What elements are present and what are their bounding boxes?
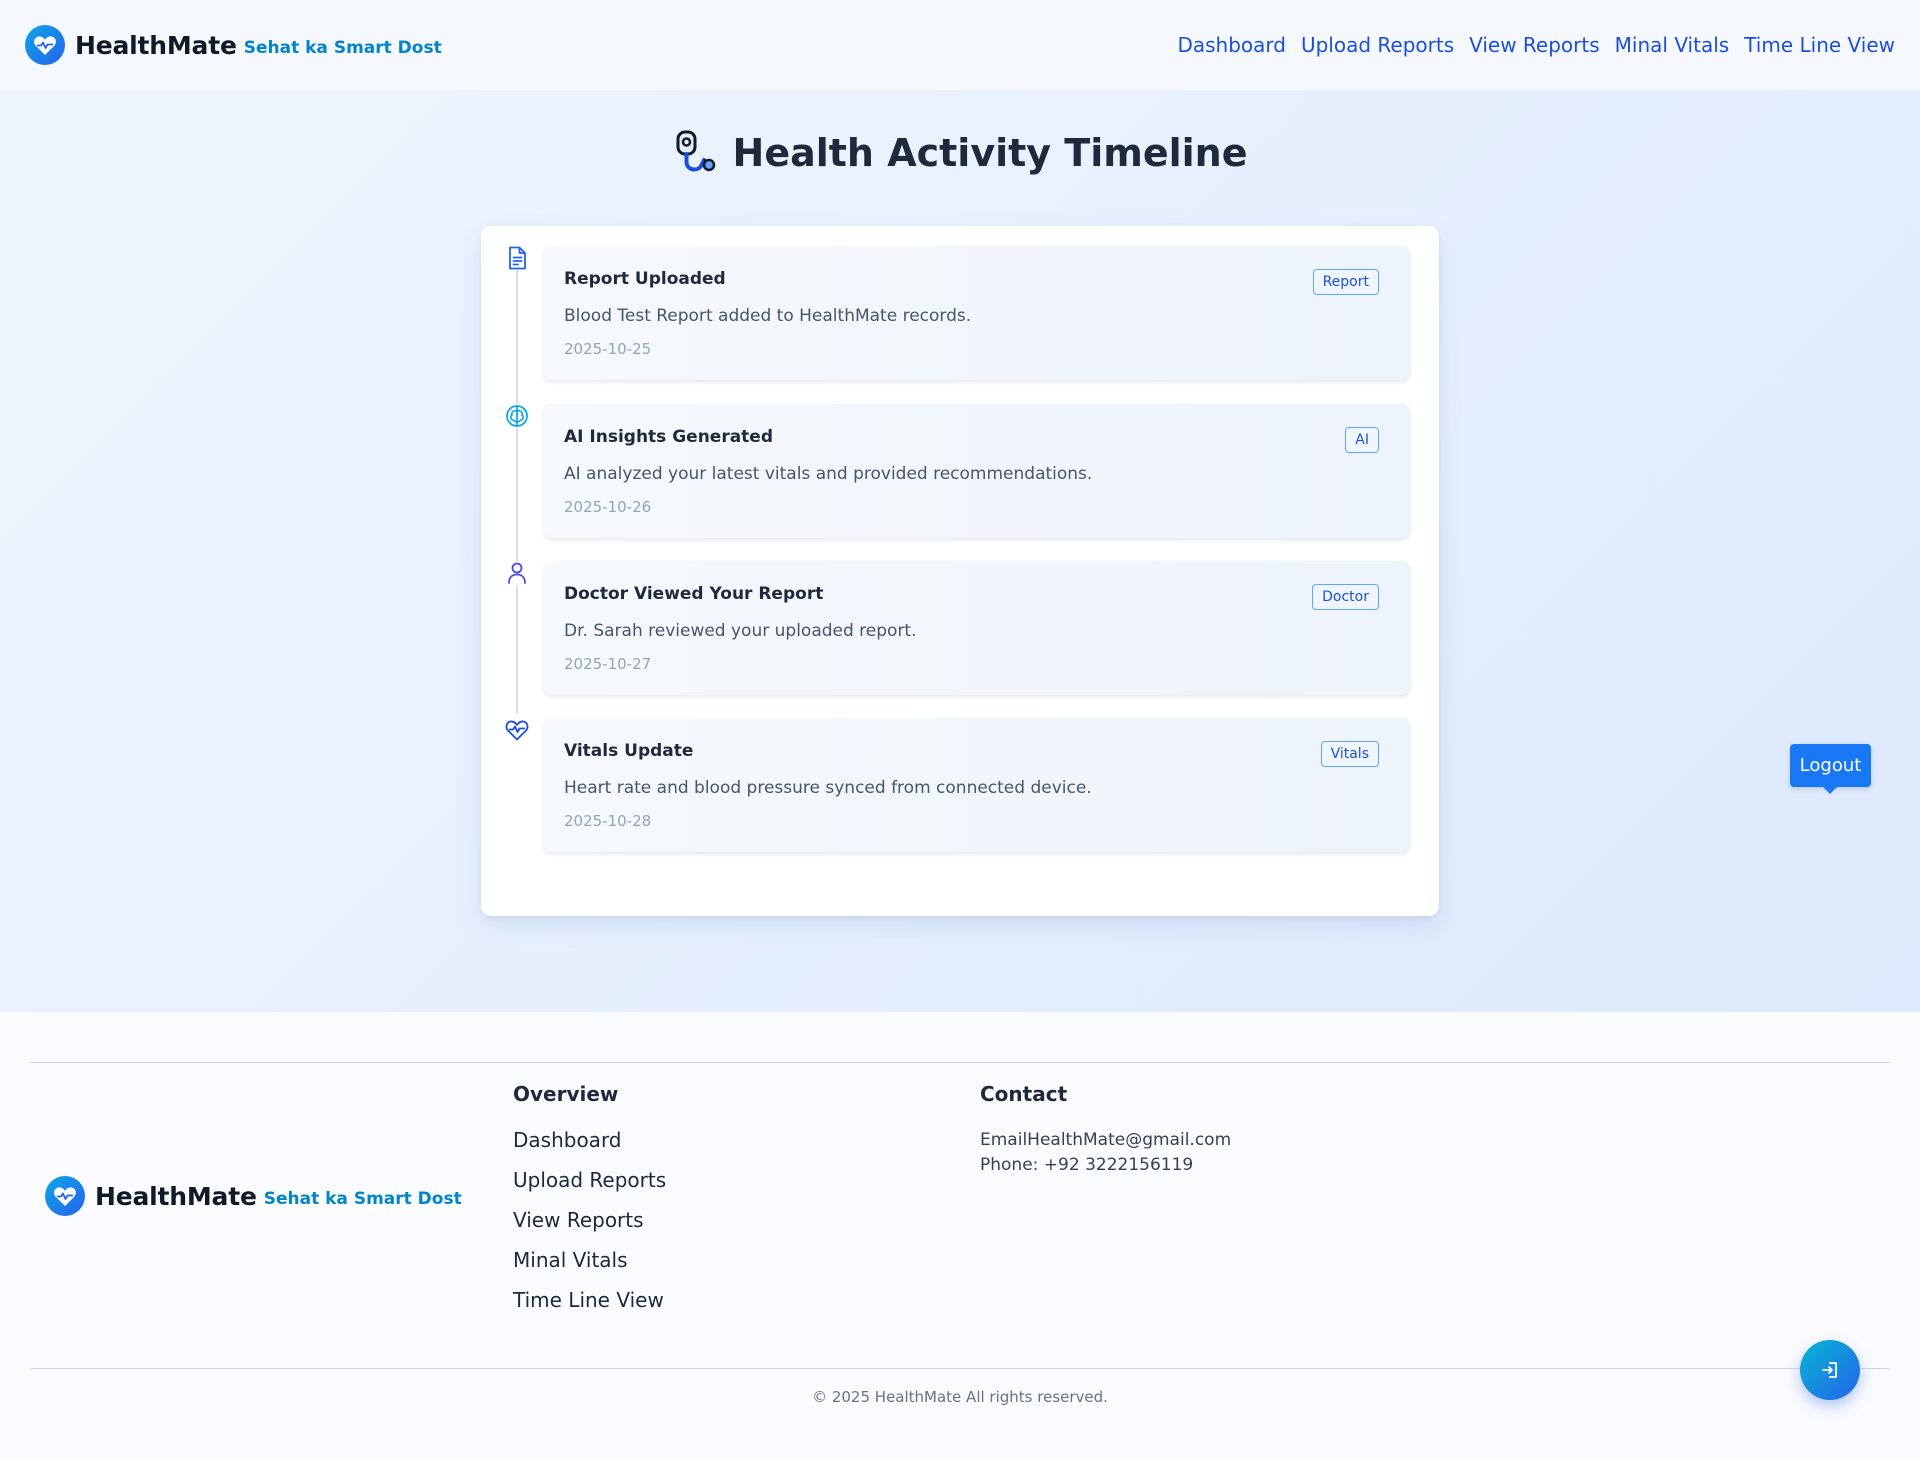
timeline-item-description: Blood Test Report added to HealthMate re… <box>564 306 972 326</box>
main-content: Health Activity Timeline Report Uploaded… <box>0 90 1920 1012</box>
nav-link-dashboard[interactable]: Dashboard <box>1177 33 1286 57</box>
footer-divider <box>30 1368 1890 1369</box>
heart-logo-icon <box>45 1176 85 1216</box>
brand-tagline: Sehat ka Smart Dost <box>243 38 442 58</box>
footer-link-upload-reports[interactable]: Upload Reports <box>513 1168 666 1192</box>
logout-button[interactable] <box>1800 1340 1860 1400</box>
footer-overview-heading: Overview <box>513 1082 619 1106</box>
brand-name: HealthMate <box>75 30 237 60</box>
user-icon <box>505 561 529 585</box>
timeline-entry-box[interactable]: Vitals Update Vitals Heart rate and bloo… <box>544 718 1410 852</box>
footer-link-time-line-view[interactable]: Time Line View <box>513 1288 666 1312</box>
footer-link-view-reports[interactable]: View Reports <box>513 1208 666 1232</box>
timeline-item-title: Vitals Update <box>564 741 694 761</box>
timeline-item-title: Doctor Viewed Your Report <box>564 584 824 604</box>
footer-link-minal-vitals[interactable]: Minal Vitals <box>513 1248 666 1272</box>
heart-logo-icon <box>25 25 65 65</box>
copyright-text: © 2025 HealthMate All rights reserved. <box>812 1388 1108 1406</box>
brain-icon <box>505 404 529 428</box>
timeline-item: Doctor Viewed Your Report Doctor Dr. Sar… <box>481 561 1439 696</box>
heart-pulse-icon <box>505 718 529 742</box>
timeline-item-date: 2025-10-27 <box>564 655 652 673</box>
timeline-item: Report Uploaded Report Blood Test Report… <box>481 246 1439 381</box>
nav-link-upload-reports[interactable]: Upload Reports <box>1301 33 1454 57</box>
top-header: HealthMate Sehat ka Smart Dost Dashboard… <box>0 0 1920 90</box>
document-icon <box>505 246 529 270</box>
logout-tooltip: Logout <box>1790 744 1871 794</box>
footer-divider <box>30 1062 1890 1063</box>
footer-brand[interactable]: HealthMate Sehat ka Smart Dost <box>45 1176 462 1216</box>
footer-link-dashboard[interactable]: Dashboard <box>513 1128 666 1152</box>
timeline-item-description: Heart rate and blood pressure synced fro… <box>564 778 1092 798</box>
site-footer: HealthMate Sehat ka Smart Dost Overview … <box>0 1012 1920 1458</box>
footer-brand-name: HealthMate <box>95 1181 257 1211</box>
timeline-item-description: AI analyzed your latest vitals and provi… <box>564 464 1093 484</box>
timeline-item-date: 2025-10-26 <box>564 498 652 516</box>
timeline-entry-box[interactable]: AI Insights Generated AI AI analyzed you… <box>544 404 1410 538</box>
nav-link-minal-vitals[interactable]: Minal Vitals <box>1615 33 1730 57</box>
category-badge: Report <box>1312 269 1379 295</box>
footer-overview: Overview Dashboard Upload Reports View R… <box>513 1082 666 1328</box>
timeline-item: AI Insights Generated AI AI analyzed you… <box>481 404 1439 539</box>
logout-icon <box>1820 1360 1840 1380</box>
footer-contact-heading: Contact <box>980 1082 1068 1106</box>
timeline-entry-box[interactable]: Report Uploaded Report Blood Test Report… <box>544 246 1410 380</box>
timeline-item-title: AI Insights Generated <box>564 427 774 447</box>
stethoscope-icon <box>673 130 719 176</box>
contact-phone: Phone: +92 3222156119 <box>980 1155 1194 1175</box>
page-title-text: Health Activity Timeline <box>732 131 1248 175</box>
category-badge: Vitals <box>1320 741 1379 767</box>
timeline-item-date: 2025-10-25 <box>564 340 652 358</box>
timeline-card: Report Uploaded Report Blood Test Report… <box>481 226 1439 916</box>
timeline-item-title: Report Uploaded <box>564 269 726 289</box>
category-badge: Doctor <box>1312 584 1379 610</box>
footer-brand-tagline: Sehat ka Smart Dost <box>263 1189 462 1209</box>
nav-link-time-line-view[interactable]: Time Line View <box>1744 33 1895 57</box>
contact-email: EmailHealthMate@gmail.com <box>980 1130 1232 1150</box>
timeline-item-description: Dr. Sarah reviewed your uploaded report. <box>564 621 917 641</box>
timeline-item: Vitals Update Vitals Heart rate and bloo… <box>481 718 1439 853</box>
footer-contact: Contact EmailHealthMate@gmail.com Phone:… <box>980 1082 1231 1178</box>
main-nav: Dashboard Upload Reports View Reports Mi… <box>1162 33 1895 57</box>
category-badge: AI <box>1345 427 1379 453</box>
page-title: Health Activity Timeline <box>0 130 1920 176</box>
timeline-item-date: 2025-10-28 <box>564 812 652 830</box>
nav-link-view-reports[interactable]: View Reports <box>1469 33 1600 57</box>
brand[interactable]: HealthMate Sehat ka Smart Dost <box>25 25 442 65</box>
timeline-entry-box[interactable]: Doctor Viewed Your Report Doctor Dr. Sar… <box>544 561 1410 695</box>
